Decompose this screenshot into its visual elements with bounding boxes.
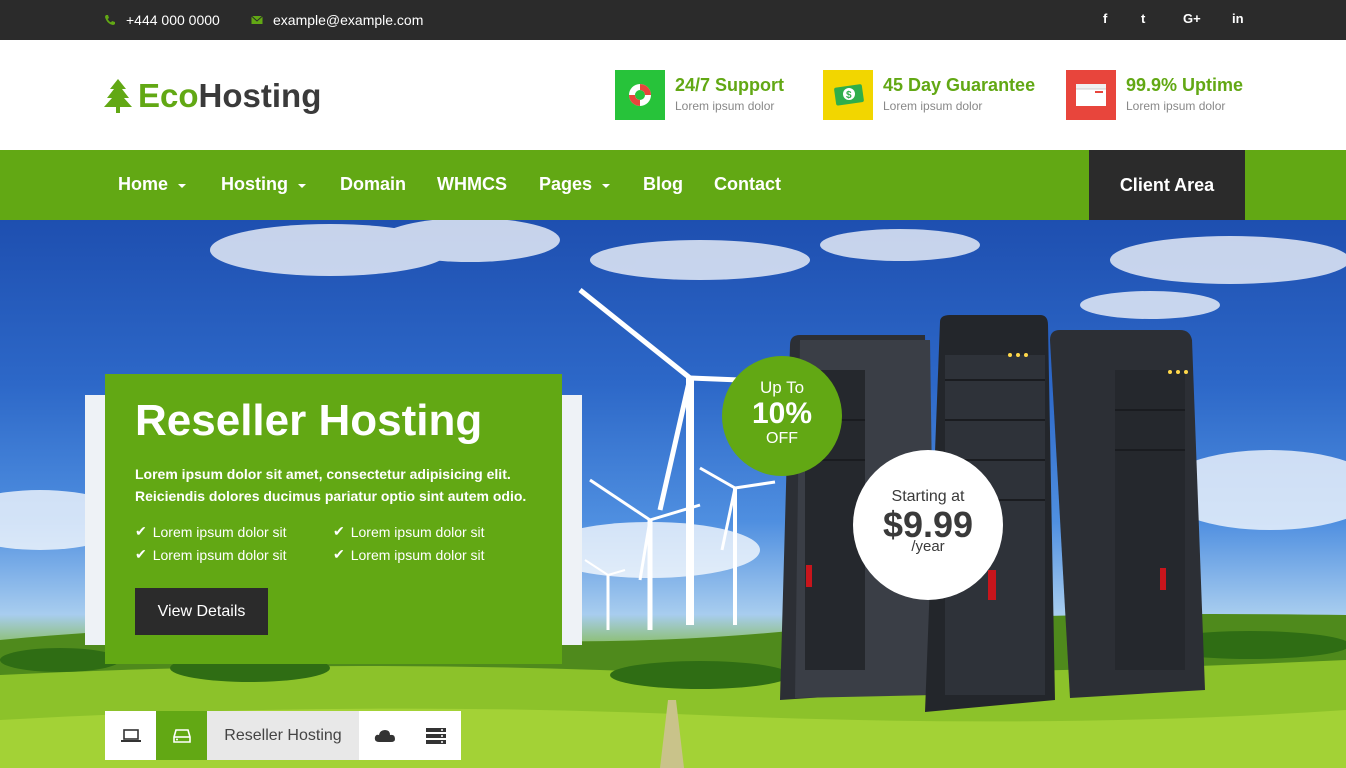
nav-label: Contact [714, 174, 781, 194]
tree-icon [104, 79, 132, 113]
feature-subtitle: Lorem ipsum dolor [675, 99, 775, 113]
bullet-text: Lorem ipsum dolor sit [152, 546, 287, 563]
google-plus-icon[interactable]: G+ [1183, 11, 1201, 26]
check-icon: ✔ [333, 523, 345, 539]
logo[interactable]: Eco Hosting [104, 77, 321, 115]
feature-guarantee: $ 45 Day Guarantee Lorem ipsum dolor [823, 70, 1035, 120]
envelope-icon [251, 15, 263, 24]
feature-title: 99.9% Uptime [1126, 75, 1244, 95]
bullet-text: Lorem ipsum dolor sit [350, 546, 485, 563]
feature-support: 24/7 Support Lorem ipsum dolor [615, 70, 784, 120]
feature-title: 24/7 Support [675, 75, 785, 95]
top-bar: +444 000 0000 example@example.com f t G+… [0, 0, 1346, 40]
caret-down-icon [602, 183, 611, 188]
discount-percent: 10% [751, 397, 813, 430]
logo-suffix: Hosting [198, 77, 322, 114]
price-badge: Starting at $9.99 /year [853, 450, 1003, 600]
tab-active-label[interactable]: Reseller Hosting [207, 711, 359, 760]
nav-label: Blog [643, 174, 683, 194]
bullet-item: ✔ Lorem ipsum dolor sit [135, 523, 333, 540]
tab-reseller[interactable] [156, 711, 207, 760]
phone-contact[interactable]: +444 000 0000 [104, 12, 220, 28]
view-details-button[interactable]: View Details [135, 588, 268, 635]
tab-laptop[interactable] [105, 711, 156, 760]
nav-item-home[interactable]: Home [118, 174, 187, 195]
laptop-icon [120, 728, 141, 742]
logo-prefix: Eco [138, 77, 199, 114]
phone-icon [105, 15, 115, 25]
price-period: /year [911, 538, 945, 555]
svg-text:$: $ [846, 90, 852, 101]
check-icon: ✔ [135, 546, 147, 562]
hosting-tabs: Reseller Hosting [105, 711, 461, 760]
hero-description-line: Reiciendis dolores ducimus pariatur opti… [135, 488, 527, 504]
email-address: example@example.com [273, 12, 424, 28]
twitter-icon[interactable]: t [1141, 11, 1145, 26]
hero-description-line: Lorem ipsum dolor sit amet, consectetur … [135, 466, 511, 482]
check-icon: ✔ [333, 546, 345, 562]
caret-down-icon [298, 183, 306, 188]
server-icon [425, 727, 446, 744]
nav-item-blog[interactable]: Blog [643, 174, 683, 195]
nav-label: Pages [539, 174, 593, 194]
lifebuoy-icon [615, 70, 665, 120]
bullet-text: Lorem ipsum dolor sit [152, 523, 287, 540]
discount-suffix: OFF [766, 430, 798, 447]
nav-label: Domain [340, 174, 407, 194]
nav-item-pages[interactable]: Pages [539, 174, 611, 195]
feature-bullets: ✔ Lorem ipsum dolor sit ✔ Lorem ipsum dolo… [135, 523, 532, 563]
hero-description: Lorem ipsum dolor sit amet, consectetur … [135, 463, 532, 507]
money-icon: $ [823, 70, 873, 120]
bullet-text: Lorem ipsum dolor sit [350, 523, 485, 540]
feature-title: 45 Day Guarantee [883, 75, 1036, 95]
discount-prefix: Up To [759, 378, 805, 397]
feature-subtitle: Lorem ipsum dolor [883, 99, 983, 113]
nav-item-whmcs[interactable]: WHMCS [437, 174, 507, 195]
feature-uptime: 99.9% Uptime Lorem ipsum dolor [1066, 70, 1243, 120]
client-area-button[interactable]: Client Area [1089, 150, 1245, 220]
nav-label: WHMCS [437, 174, 507, 194]
feature-subtitle: Lorem ipsum dolor [1126, 99, 1226, 113]
caret-down-icon [178, 183, 187, 188]
hero-title: Reseller Hosting [135, 396, 483, 445]
drive-icon [172, 728, 191, 743]
tab-cloud[interactable] [359, 711, 410, 760]
nav-item-hosting[interactable]: Hosting [221, 174, 306, 195]
site-header: Eco Hosting 24/7 Support Lorem ipsum dolo… [0, 40, 1346, 150]
tab-server[interactable] [410, 711, 461, 760]
nav-item-contact[interactable]: Contact [714, 174, 781, 195]
discount-badge: Up To 10% OFF [722, 356, 842, 476]
bullet-item: ✔ Lorem ipsum dolor sit [333, 523, 533, 540]
facebook-icon[interactable]: f [1103, 11, 1107, 26]
main-nav: Home Hosting Domain WHMCS Pages Blog Con… [0, 150, 1346, 220]
nav-item-domain[interactable]: Domain [340, 174, 406, 195]
email-contact[interactable]: example@example.com [251, 12, 423, 28]
linkedin-icon[interactable]: in [1232, 11, 1244, 26]
browser-icon [1066, 70, 1116, 120]
check-icon: ✔ [135, 523, 147, 539]
nav-label: Home [118, 174, 169, 194]
bullet-item: ✔ Lorem ipsum dolor sit [333, 546, 533, 563]
bullet-item: ✔ Lorem ipsum dolor sit [135, 546, 333, 563]
promo-card: Reseller Hosting Lorem ipsum dolor sit a… [105, 374, 562, 664]
nav-label: Hosting [221, 174, 288, 194]
phone-number: +444 000 0000 [126, 12, 220, 28]
cloud-icon [374, 729, 395, 742]
